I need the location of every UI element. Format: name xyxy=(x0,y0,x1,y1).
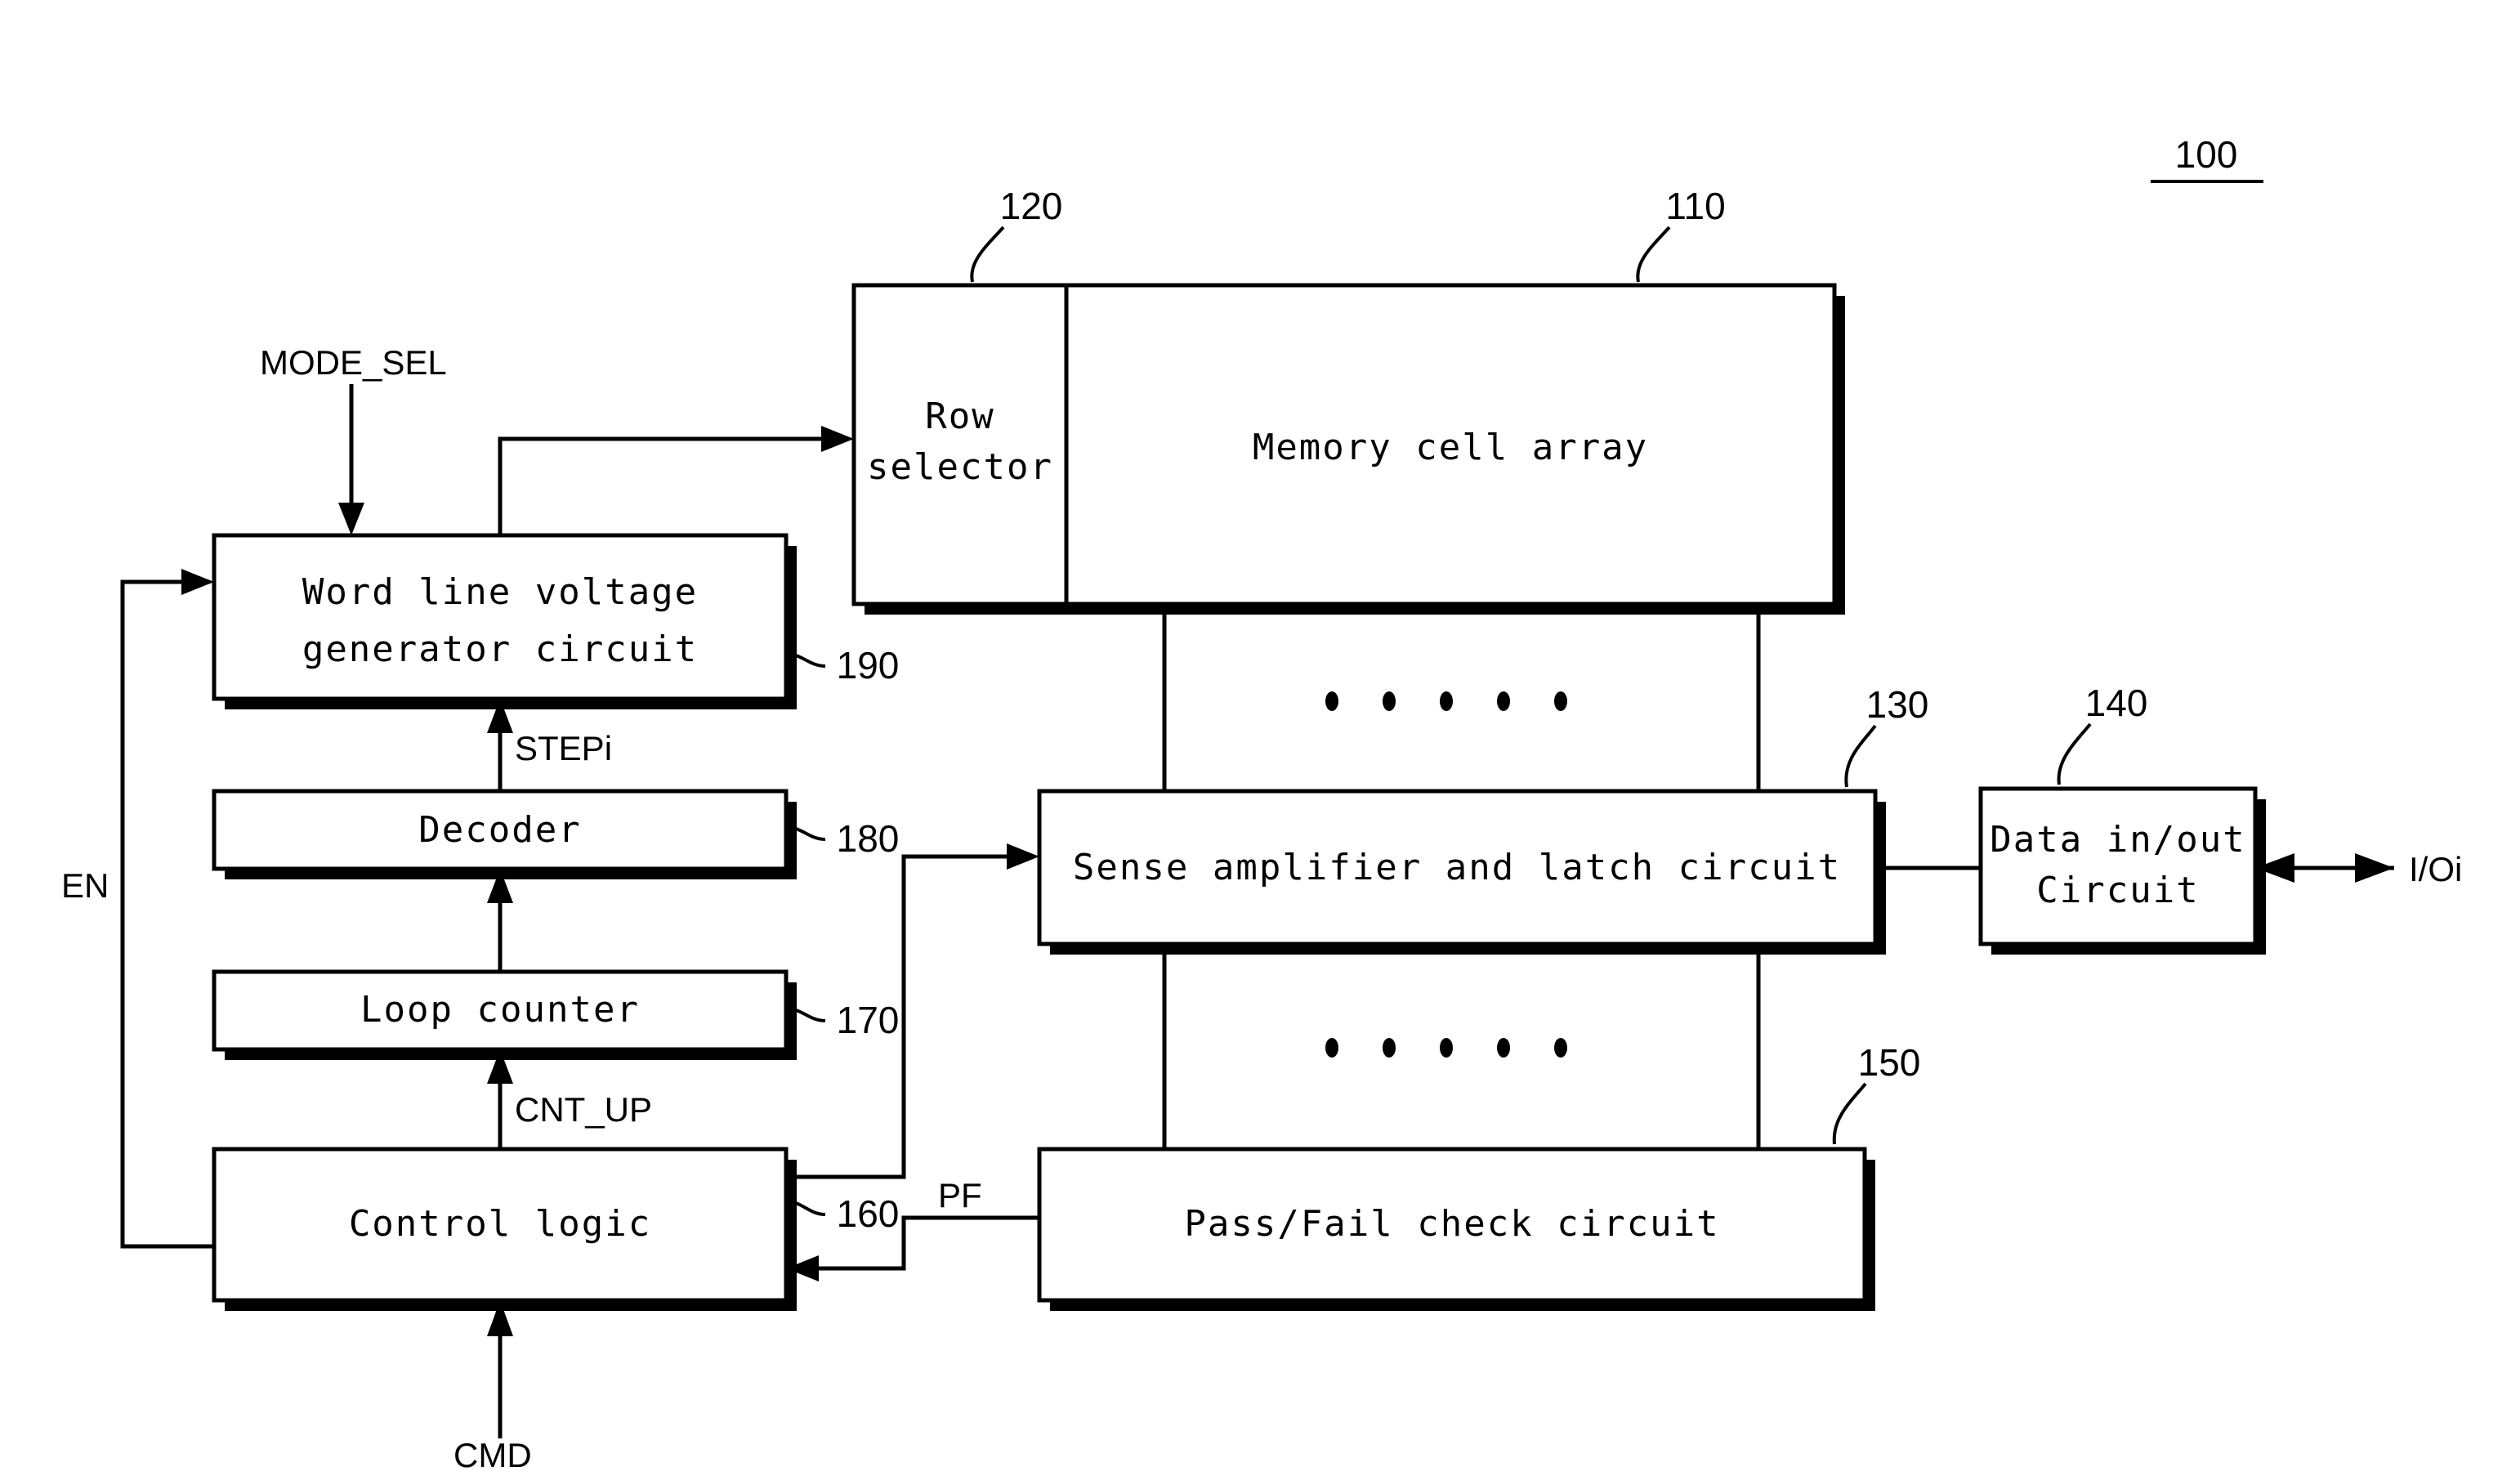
row-selector-label-line2: selector xyxy=(867,446,1053,488)
stepi-label: STEPi xyxy=(515,729,612,767)
en-label: EN xyxy=(61,866,109,905)
block-diagram: 100 Row selector Memory cell array 120 1… xyxy=(61,133,2462,1474)
wl-voltage-gen-label-line2: generator circuit xyxy=(302,628,698,670)
rowselector-arrowhead xyxy=(821,426,854,452)
wl-voltage-gen-box[interactable] xyxy=(212,533,789,701)
data-in-out-label-line2: Circuit xyxy=(2036,870,2199,911)
ref-leader-150: 150 xyxy=(1832,1041,1921,1145)
loop-counter-label: Loop counter xyxy=(360,989,640,1031)
loopcounter-to-decoder xyxy=(487,869,513,972)
ref-leader-120: 120 xyxy=(970,185,1063,283)
device-ref-100: 100 xyxy=(2151,133,2263,183)
ref-label-150: 150 xyxy=(1858,1041,1921,1084)
sense-amplifier-group: Sense amplifier and latch circuit xyxy=(1037,789,1886,955)
cmd-signal: CMD xyxy=(454,1300,532,1474)
stepi-signal: STEPi xyxy=(487,699,612,791)
io-arrow-right xyxy=(2355,853,2394,883)
decoder-label: Decoder xyxy=(418,809,581,851)
control-logic-label: Control logic xyxy=(349,1203,651,1245)
memory-array-group: Row selector Memory cell array xyxy=(851,283,1845,615)
ref-label-110: 110 xyxy=(1665,185,1725,227)
ref-label-180: 180 xyxy=(837,817,900,860)
pass-fail-group: Pass/Fail check circuit xyxy=(1037,1147,1875,1311)
pf-label: PF xyxy=(938,1176,982,1214)
data-in-out-box[interactable] xyxy=(1978,786,2258,946)
cnt-up-label: CNT_UP xyxy=(515,1090,652,1129)
row-selector-label-line1: Row xyxy=(925,396,994,437)
control-logic-group: Control logic xyxy=(212,1147,797,1311)
ref-leader-170: 170 xyxy=(785,999,900,1041)
ref-leader-160: 160 xyxy=(785,1192,900,1235)
decoder-group: Decoder xyxy=(212,789,797,879)
mode-sel-label: MODE_SEL xyxy=(260,343,447,382)
cnt-up-signal: CNT_UP xyxy=(487,1049,652,1149)
sense-amplifier-label: Sense amplifier and latch circuit xyxy=(1073,847,1841,888)
device-ref-label: 100 xyxy=(2175,133,2238,176)
bitline-bundle-top xyxy=(1162,604,1761,791)
cmd-label: CMD xyxy=(454,1436,532,1474)
ref-label-130: 130 xyxy=(1866,683,1929,726)
senseamp-arrowhead xyxy=(1007,843,1039,870)
data-in-out-group: Data in/out Circuit xyxy=(1978,786,2266,955)
en-arrowhead xyxy=(181,569,214,595)
ref-leader-140: 140 xyxy=(2057,682,2148,785)
wlgen-to-rowselector xyxy=(498,426,854,535)
bitline-bundle-bottom xyxy=(1162,944,1761,1149)
data-in-out-label-line1: Data in/out xyxy=(1990,819,2245,861)
en-signal: EN xyxy=(61,569,214,1249)
wl-voltage-gen-group: Word line voltage generator circuit xyxy=(212,533,797,709)
ref-leader-130: 130 xyxy=(1844,683,1929,788)
pf-signal: PF xyxy=(786,1176,1039,1281)
ref-leader-110: 110 xyxy=(1636,185,1726,283)
ref-leader-180: 180 xyxy=(785,817,900,860)
ref-label-120: 120 xyxy=(1000,185,1063,227)
mode-sel-arrowhead xyxy=(338,503,364,535)
memory-cell-array-label: Memory cell array xyxy=(1253,427,1648,468)
ellipsis-dots-bottom xyxy=(1325,1038,1567,1058)
io-signal-label: I/Oi xyxy=(2409,850,2462,888)
loop-counter-group: Loop counter xyxy=(212,969,797,1060)
wl-voltage-gen-label-line1: Word line voltage xyxy=(302,571,698,613)
ref-label-140: 140 xyxy=(2085,682,2148,724)
ref-leader-190: 190 xyxy=(785,644,900,687)
pass-fail-label: Pass/Fail check circuit xyxy=(1184,1203,1719,1245)
ref-label-190: 190 xyxy=(837,644,900,687)
io-bus-group: I/Oi xyxy=(2255,850,2462,888)
controllogic-to-senseamp xyxy=(786,843,1039,1179)
figure-canvas: 100 Row selector Memory cell array 120 1… xyxy=(0,0,2520,1476)
ref-label-170: 170 xyxy=(837,999,900,1041)
ref-label-160: 160 xyxy=(837,1192,900,1235)
ellipsis-dots-top xyxy=(1325,691,1567,711)
mode-sel-signal: MODE_SEL xyxy=(260,343,447,535)
